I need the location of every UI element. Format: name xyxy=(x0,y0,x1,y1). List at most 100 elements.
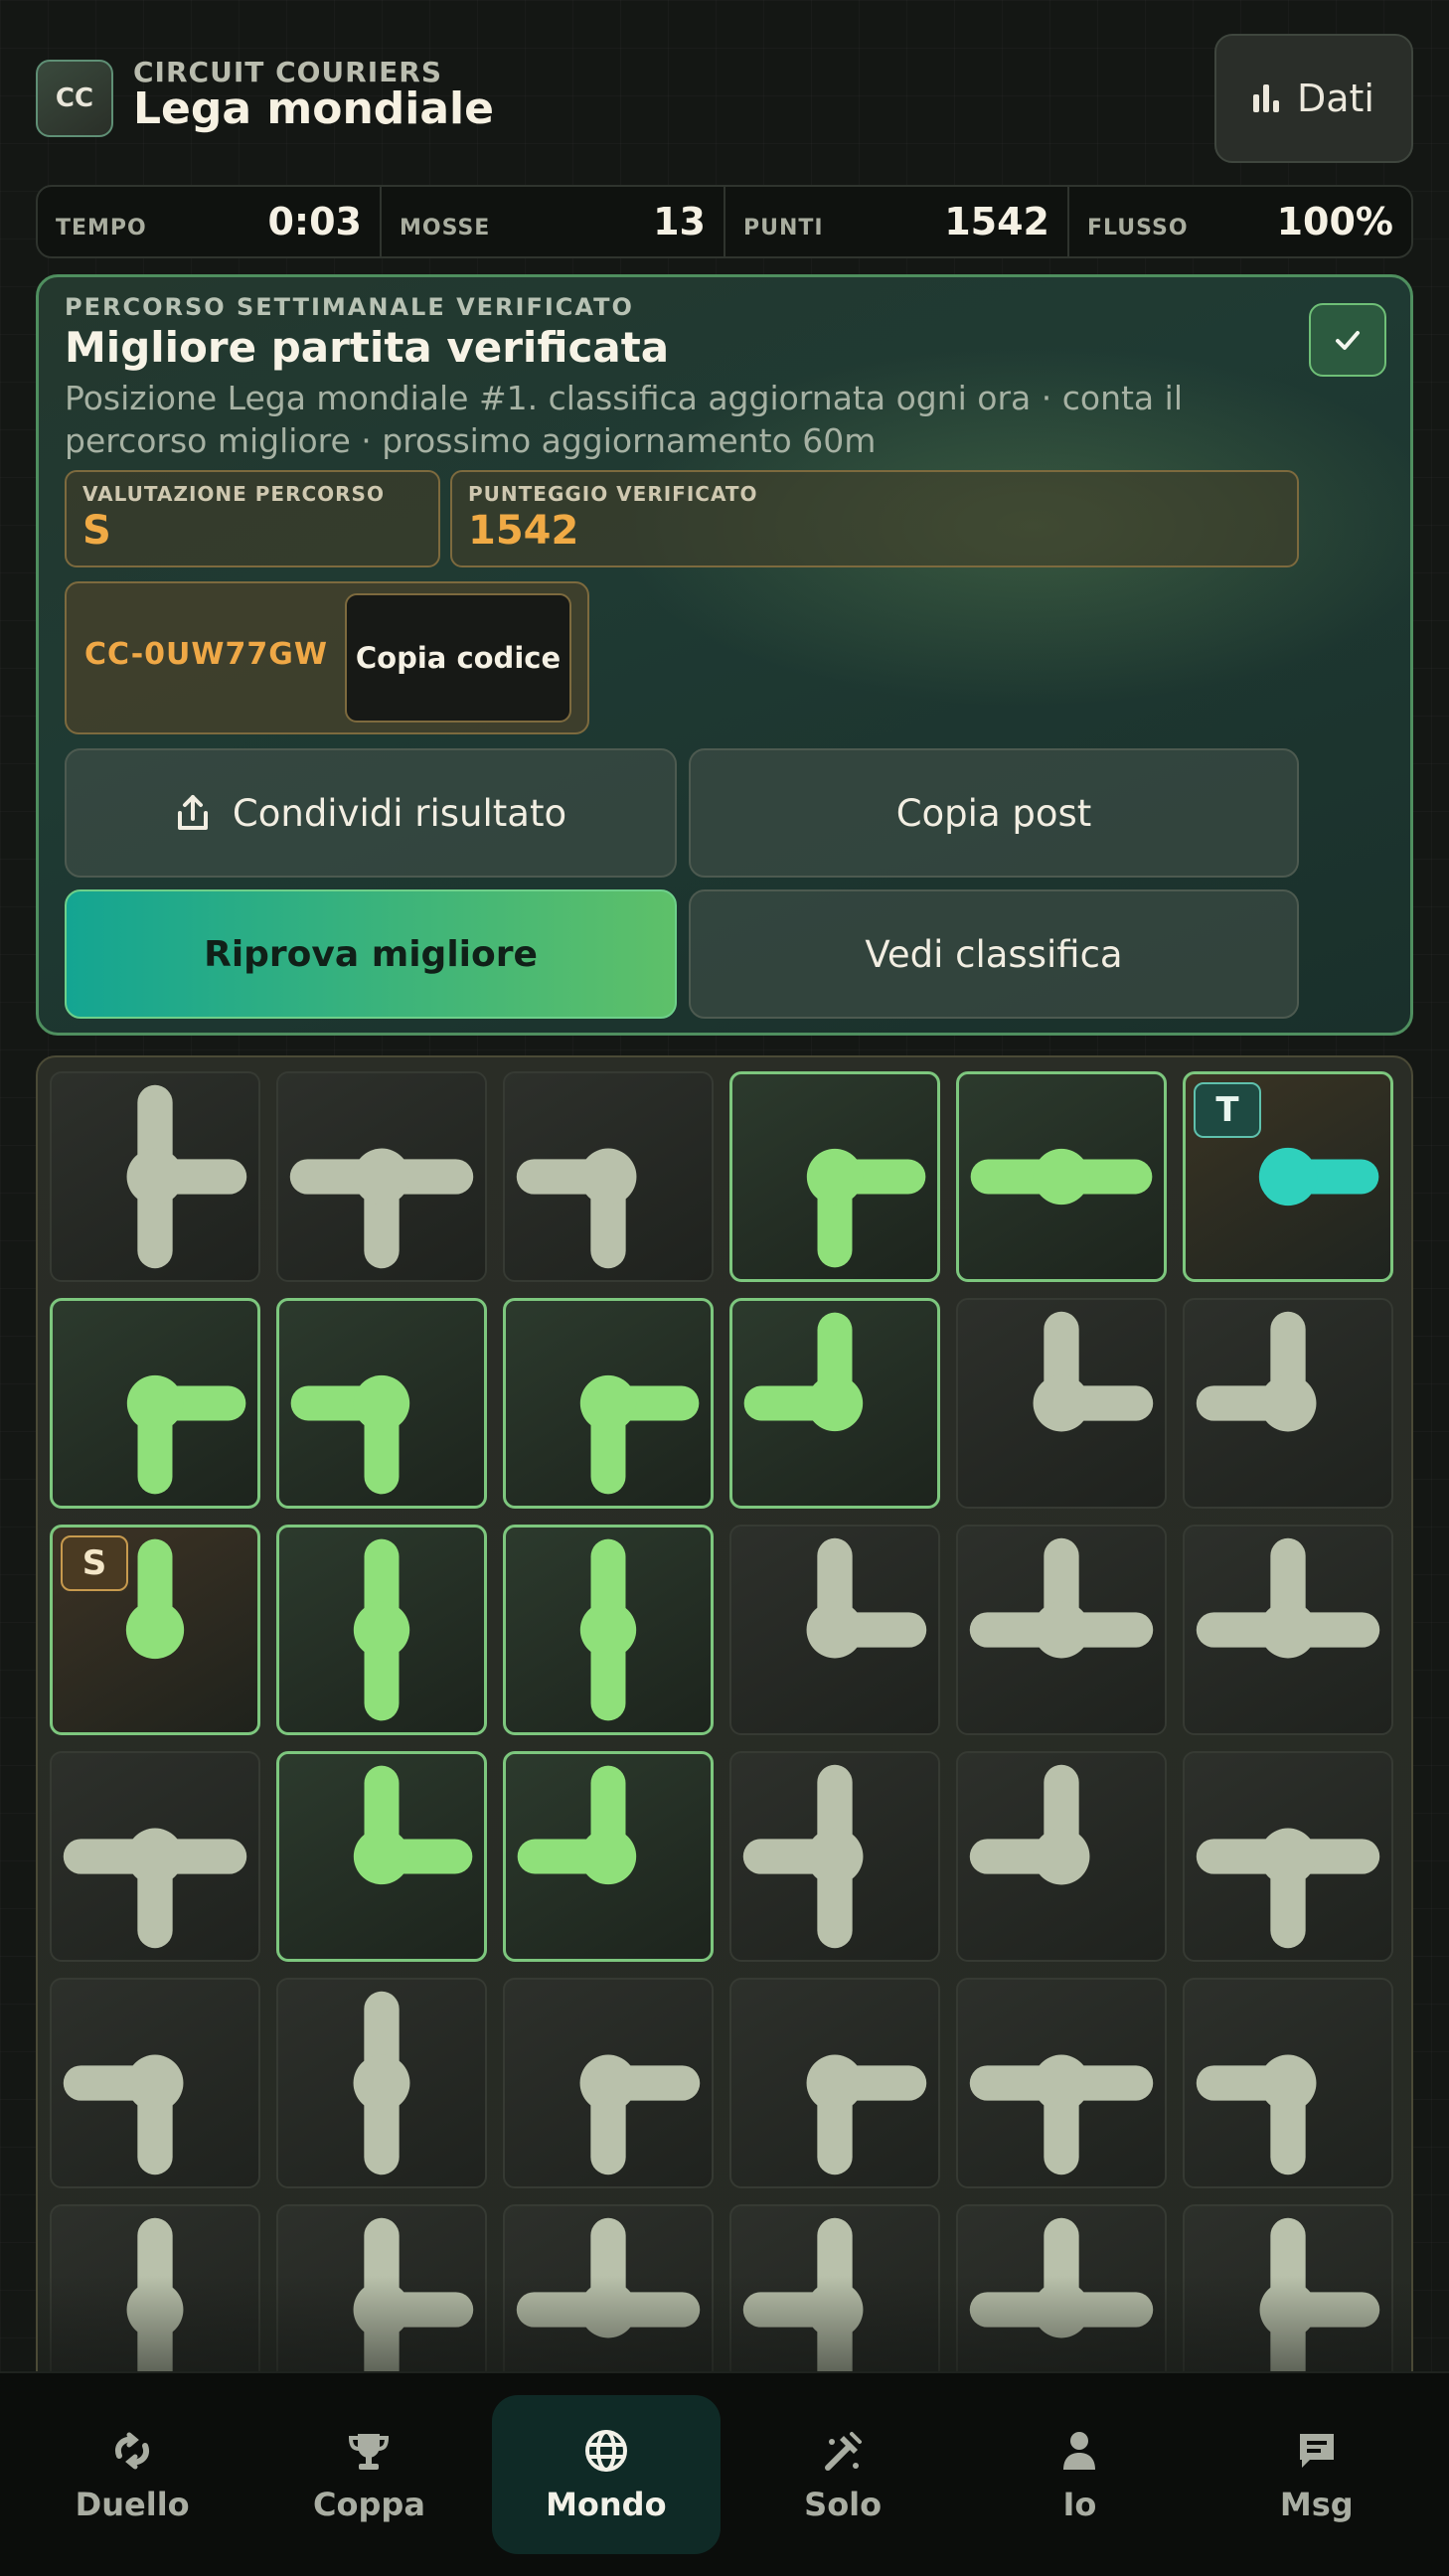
target-badge: T xyxy=(1194,1082,1261,1138)
app-header: CC CIRCUIT COURIERS Lega mondiale Dati xyxy=(36,34,1413,163)
board-tile[interactable] xyxy=(956,1978,1167,2188)
pipe-hub xyxy=(1033,1828,1090,1885)
nav-me[interactable]: Io xyxy=(965,2395,1194,2554)
pipe-hub xyxy=(806,1601,864,1659)
pipe-hub xyxy=(1033,2281,1090,2338)
nav-cup[interactable]: Coppa xyxy=(254,2395,483,2554)
pipe-hub xyxy=(353,1148,410,1206)
pipe-shape xyxy=(743,1312,864,1432)
board-tile[interactable] xyxy=(276,1071,487,1282)
pipe-shape xyxy=(969,2054,1154,2175)
board-tile[interactable] xyxy=(956,1525,1167,1735)
share-code: CC-0UW77GW xyxy=(84,637,328,672)
pipe-hub xyxy=(353,2281,410,2338)
board-tile[interactable] xyxy=(729,1978,940,2188)
pipe-shape xyxy=(517,1765,637,1885)
pipe-shape xyxy=(126,1084,247,1269)
pipe-hub xyxy=(125,1600,185,1660)
board-tile[interactable]: T xyxy=(1183,1071,1393,1282)
pipe-shape xyxy=(969,1537,1154,1659)
nav-label: Io xyxy=(1062,2486,1097,2523)
pipe-hub xyxy=(806,1148,864,1206)
verified-score-value: 1542 xyxy=(468,508,579,554)
pipe-hub xyxy=(1259,2281,1317,2338)
tools-icon xyxy=(825,2432,863,2471)
board-tile[interactable] xyxy=(50,1978,260,2188)
trophy-icon xyxy=(349,2434,390,2470)
view-leaderboard-button[interactable]: Vedi classifica xyxy=(689,889,1299,1019)
pipe-hub xyxy=(126,1374,184,1432)
pipe-hub xyxy=(1259,1601,1317,1659)
board-tile[interactable] xyxy=(276,1298,487,1509)
nav-messages[interactable]: Msg xyxy=(1203,2395,1431,2554)
pipe-shape xyxy=(63,1828,247,1949)
copy-post-button[interactable]: Copia post xyxy=(689,748,1299,878)
pipe-hub xyxy=(353,1828,410,1885)
share-result-button[interactable]: Condividi risultato xyxy=(65,748,677,878)
pipe-shape xyxy=(289,1148,474,1269)
board-tile[interactable] xyxy=(1183,1298,1393,1509)
stats-button[interactable]: Dati xyxy=(1214,34,1413,163)
pipe-hub xyxy=(1033,1374,1090,1432)
board-tile[interactable] xyxy=(50,1071,260,1282)
stat-label: PUNTI xyxy=(743,215,824,241)
board-tile[interactable] xyxy=(503,1978,714,2188)
board-tile[interactable] xyxy=(503,1751,714,1962)
route-rating-value: S xyxy=(82,508,111,554)
nav-label: Msg xyxy=(1279,2486,1354,2523)
board-tile[interactable]: S xyxy=(50,1525,260,1735)
pipe-shape xyxy=(353,1538,410,1721)
pipe-hub xyxy=(579,1601,637,1659)
board-tile[interactable] xyxy=(276,1978,487,2188)
retry-best-button[interactable]: Riprova migliore xyxy=(65,889,677,1019)
pipe-hub xyxy=(1259,1828,1317,1885)
globe-icon xyxy=(584,2430,627,2472)
nav-world[interactable]: Mondo xyxy=(491,2395,721,2554)
board-tile[interactable] xyxy=(956,1298,1167,1509)
board-tile[interactable] xyxy=(729,1071,940,1282)
stat-value: 100% xyxy=(1276,200,1393,243)
board-tile[interactable] xyxy=(1183,1751,1393,1962)
nav-label: Solo xyxy=(804,2486,883,2523)
board-tile[interactable] xyxy=(729,1751,940,1962)
nav-duel[interactable]: Duello xyxy=(18,2395,246,2554)
share-icon xyxy=(177,795,208,830)
stats-button-label: Dati xyxy=(1296,77,1374,120)
board-tile[interactable] xyxy=(1183,1525,1393,1735)
board-tile[interactable] xyxy=(729,1525,940,1735)
pipe-hub xyxy=(1259,1374,1317,1432)
nav-label: Coppa xyxy=(313,2486,425,2523)
board-tile[interactable] xyxy=(956,1071,1167,1282)
board-tile[interactable] xyxy=(276,1525,487,1735)
pipe-shape xyxy=(806,1537,927,1659)
pipe-shape xyxy=(579,2054,701,2175)
board-tile[interactable] xyxy=(50,1751,260,1962)
pipe-hub xyxy=(579,1828,637,1885)
stat-value: 1542 xyxy=(944,200,1049,243)
board-tile[interactable] xyxy=(503,1071,714,1282)
stat-points: PUNTI 1542 xyxy=(725,187,1069,256)
person-icon xyxy=(1063,2432,1096,2470)
copy-code-button[interactable]: Copia codice xyxy=(345,593,571,723)
duel-icon xyxy=(115,2432,150,2470)
pipe-shape xyxy=(353,1991,410,2175)
board-tile[interactable] xyxy=(729,1298,940,1509)
board-tile[interactable] xyxy=(956,1751,1167,1962)
pipe-hub xyxy=(806,1374,864,1432)
verified-score-label: PUNTEGGIO VERIFICATO xyxy=(468,482,758,506)
board-tile[interactable] xyxy=(276,1751,487,1962)
board-tile[interactable] xyxy=(503,1298,714,1509)
verified-score: PUNTEGGIO VERIFICATO 1542 xyxy=(450,470,1299,567)
route-rating: VALUTAZIONE PERCORSO S xyxy=(65,470,440,567)
pipe-hub xyxy=(579,1374,637,1432)
nav-solo[interactable]: Solo xyxy=(728,2395,957,2554)
pipe-shape xyxy=(1033,1311,1154,1432)
pipe-hub xyxy=(126,1148,184,1206)
pipe-shape xyxy=(969,1764,1090,1885)
board-tile[interactable] xyxy=(503,1525,714,1735)
board-tile[interactable] xyxy=(50,1298,260,1509)
stat-moves: MOSSE 13 xyxy=(382,187,725,256)
pipe-hub xyxy=(1033,1601,1090,1659)
pipe-hub xyxy=(353,1601,410,1659)
board-tile[interactable] xyxy=(1183,1978,1393,2188)
